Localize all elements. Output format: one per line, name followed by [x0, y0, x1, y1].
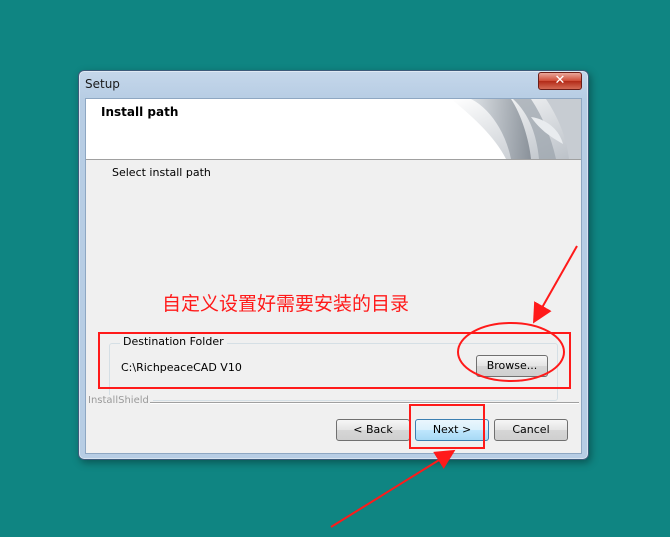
browse-button-label: Browse...: [486, 359, 538, 372]
window-title: Setup: [85, 77, 120, 91]
next-button-label: Next >: [432, 423, 472, 436]
annotation-text: 自定义设置好需要安装的目录: [162, 293, 410, 315]
close-button[interactable]: ✕: [538, 72, 582, 90]
page-title: Install path: [101, 105, 179, 119]
subtitle-text: Select install path: [112, 166, 211, 179]
page-curl-graphic-icon: [451, 99, 581, 159]
title-bar[interactable]: Setup ✕: [79, 71, 588, 97]
destination-path: C:\RichpeaceCAD V10: [121, 361, 242, 374]
cancel-button[interactable]: Cancel: [494, 419, 568, 441]
footer-divider: [150, 402, 579, 404]
installshield-brand: InstallShield: [88, 395, 153, 406]
back-button[interactable]: < Back: [336, 419, 410, 441]
back-button-label: < Back: [353, 423, 393, 436]
cancel-button-label: Cancel: [512, 423, 550, 436]
setup-dialog: Setup ✕ Install path Select install path…: [78, 70, 589, 460]
next-arrow: [330, 449, 456, 528]
destination-folder-label: Destination Folder: [120, 335, 227, 348]
close-icon: ✕: [554, 73, 566, 88]
next-button[interactable]: Next >: [415, 419, 489, 441]
dialog-client-area: Install path Select install path 自定义设置好需…: [85, 98, 582, 454]
wizard-header: Install path: [86, 99, 581, 160]
browse-button[interactable]: Browse...: [476, 355, 548, 377]
